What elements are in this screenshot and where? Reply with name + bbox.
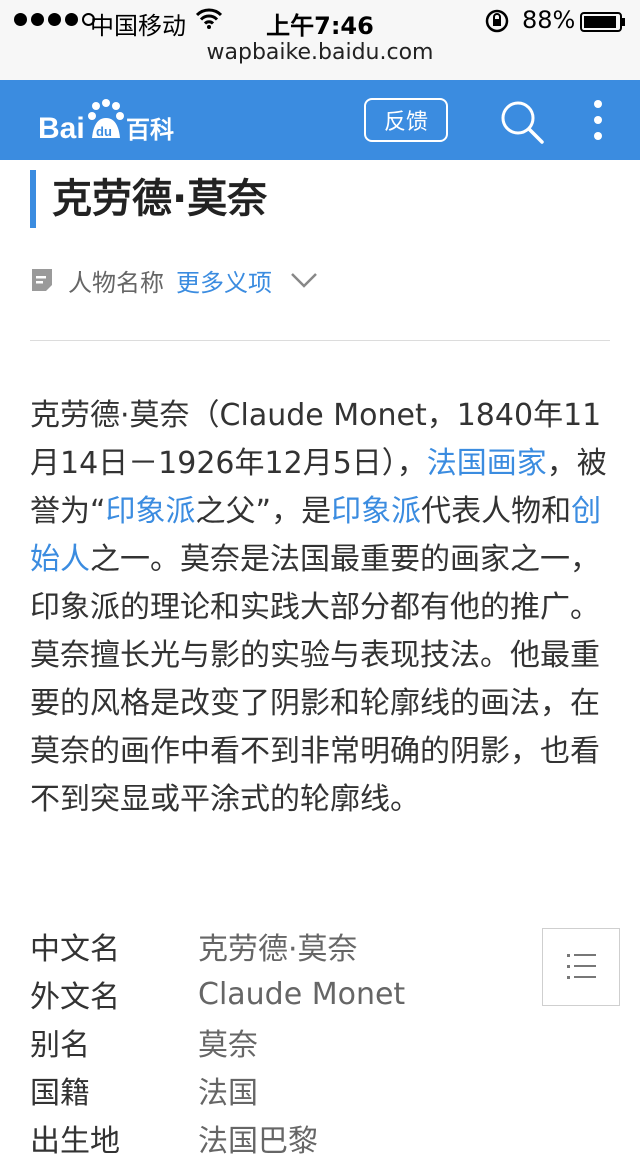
category-icon	[32, 269, 52, 291]
title-block: 克劳德·莫奈	[30, 170, 267, 228]
infobox-value: 克劳德·莫奈	[198, 932, 358, 967]
category-label: 人物名称	[68, 268, 164, 297]
url-bar[interactable]: wapbaike.baidu.com	[0, 40, 640, 65]
status-row: 中国移动 上午7:46 88%	[0, 4, 640, 40]
infobox-value: 法国巴黎	[198, 1124, 318, 1159]
infobox-row: 出生地 法国巴黎	[30, 1114, 530, 1162]
more-menu-icon[interactable]	[584, 98, 612, 142]
rotation-lock-icon	[485, 9, 509, 33]
chevron-down-icon[interactable]	[290, 271, 318, 289]
infobox-value: 法国	[198, 1076, 258, 1111]
infobox-row: 国籍 法国	[30, 1066, 530, 1114]
infobox-row: 中文名 克劳德·莫奈	[30, 922, 530, 970]
infobox-row: 别名 莫奈	[30, 1018, 530, 1066]
infobox-key: 别名	[30, 1028, 90, 1063]
search-icon[interactable]	[498, 98, 546, 146]
battery-icon	[580, 12, 625, 32]
link-french-painter[interactable]: 法国画家	[427, 446, 547, 481]
svg-text:du: du	[96, 124, 112, 139]
summary-text: 之一。莫奈是法国最重要的画家之一，印象派的理论和实践大部分都有他的推广。莫奈擅长…	[30, 542, 600, 817]
page-title: 克劳德·莫奈	[52, 176, 268, 222]
link-impressionism[interactable]: 印象派	[331, 494, 421, 529]
summary-text: 代表人物和	[421, 494, 572, 529]
infobox-key: 出生地	[30, 1124, 120, 1159]
status-bar: 中国移动 上午7:46 88% wapbaike.baidu.com	[0, 0, 640, 81]
infobox-value: 莫奈	[198, 1028, 258, 1063]
baidu-baike-logo[interactable]: Bai du 百科	[38, 96, 178, 146]
infobox: 中文名 克劳德·莫奈 外文名 Claude Monet 别名 莫奈 国籍 法国 …	[30, 922, 530, 1162]
more-meanings-link[interactable]: 更多义项	[176, 263, 272, 298]
divider	[30, 340, 610, 341]
app-header: Bai du 百科 反馈	[0, 80, 640, 160]
infobox-key: 中文名	[30, 932, 120, 967]
link-impressionism[interactable]: 印象派	[106, 494, 196, 529]
table-of-contents-button[interactable]	[542, 928, 620, 1006]
logo-graphic: Bai du 百科	[38, 99, 174, 145]
feedback-button[interactable]: 反馈	[364, 98, 448, 142]
battery-percent: 88%	[522, 6, 576, 34]
summary-paragraph: 克劳德·莫奈（Claude Monet，1840年11月14日－1926年12月…	[30, 392, 610, 824]
infobox-row: 外文名 Claude Monet	[30, 970, 530, 1018]
infobox-value: Claude Monet	[198, 976, 406, 1012]
polysemy-row: 人物名称 更多义项	[30, 260, 318, 300]
list-icon	[567, 954, 596, 979]
infobox-key: 国籍	[30, 1076, 90, 1111]
svg-text:Bai: Bai	[38, 112, 85, 145]
summary-text: 之父”，是	[195, 494, 332, 529]
infobox-key: 外文名	[30, 980, 120, 1015]
svg-text:百科: 百科	[126, 116, 174, 144]
